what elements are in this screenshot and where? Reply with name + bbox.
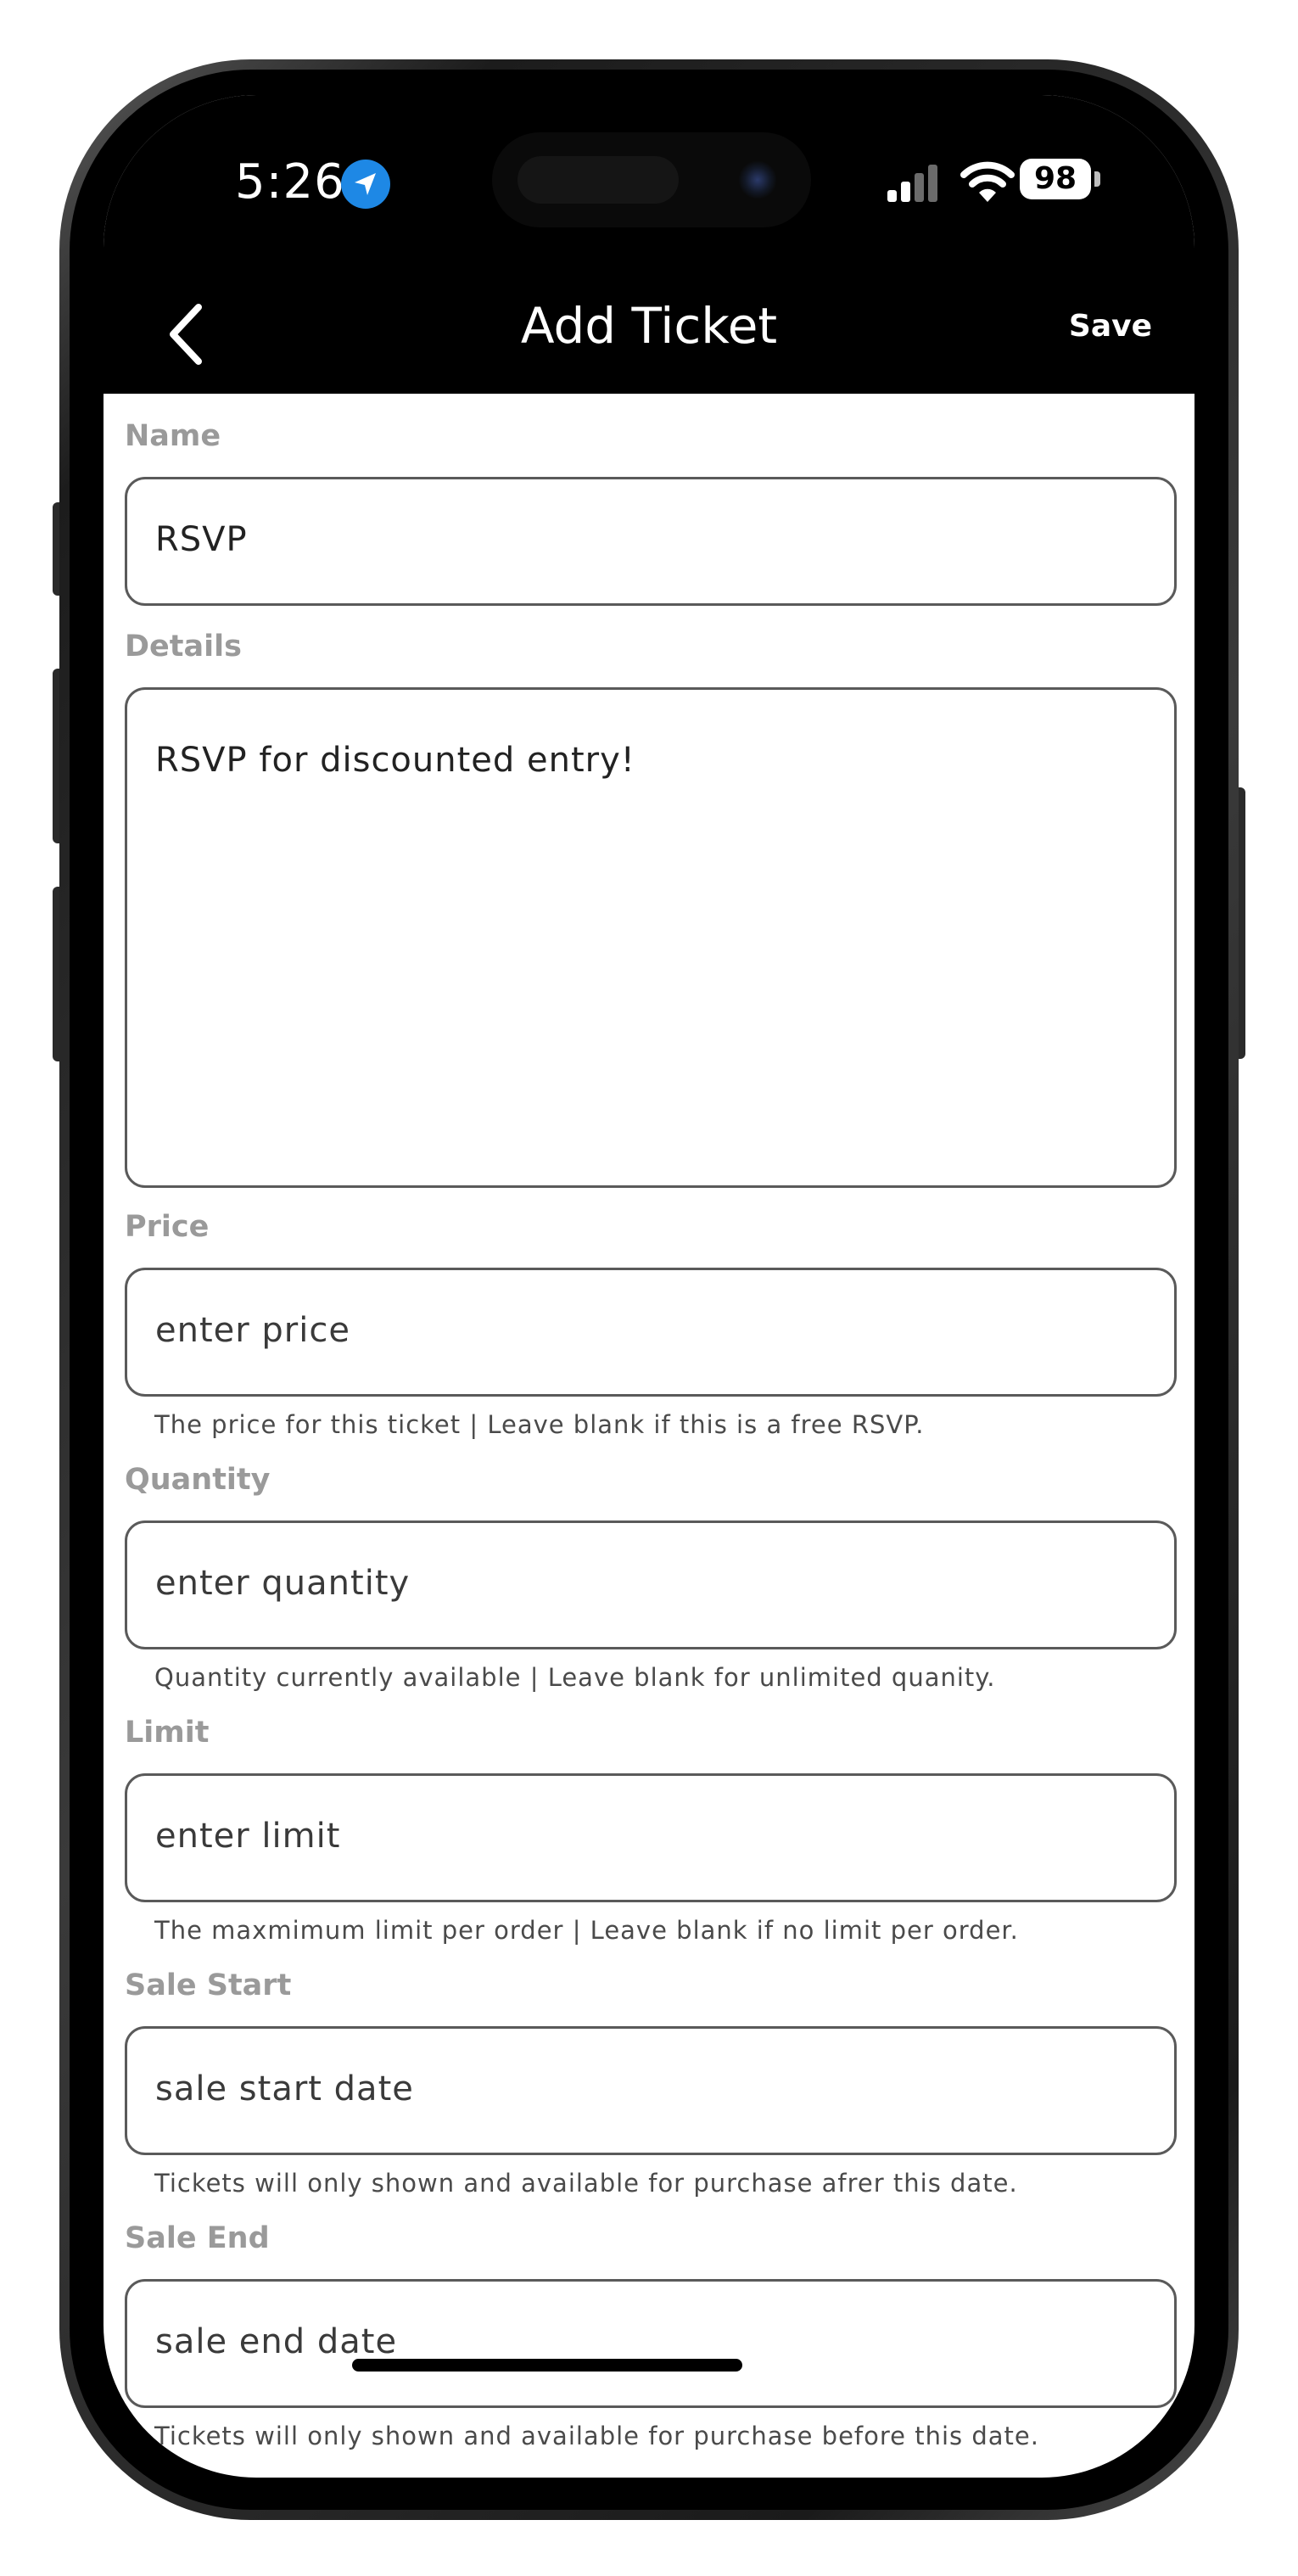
price-label: Price — [125, 1210, 210, 1244]
limit-placeholder: enter limit — [155, 1817, 341, 1856]
price-placeholder: enter price — [155, 1311, 350, 1350]
front-camera — [738, 160, 777, 199]
details-label: Details — [125, 630, 242, 664]
location-arrow-icon — [341, 160, 390, 209]
limit-input[interactable]: enter limit — [125, 1773, 1177, 1902]
sale-start-placeholder: sale start date — [155, 2069, 414, 2108]
dynamic-island — [492, 132, 811, 227]
save-button[interactable]: Save — [1069, 309, 1152, 344]
wifi-icon — [960, 161, 1015, 202]
limit-label: Limit — [125, 1716, 210, 1750]
sale-end-input[interactable]: sale end date — [125, 2279, 1177, 2408]
sale-start-input[interactable]: sale start date — [125, 2026, 1177, 2155]
sale-start-label: Sale Start — [125, 1968, 292, 2002]
sale-end-label: Sale End — [125, 2221, 270, 2255]
battery-level: 98 — [1020, 159, 1091, 199]
status-time: 5:26 — [235, 154, 345, 210]
sale-start-helper-text: Tickets will only shown and available fo… — [154, 2169, 1018, 2198]
quantity-input[interactable]: enter quantity — [125, 1520, 1177, 1649]
dynamic-island-sensor — [518, 156, 679, 204]
price-helper-text: The price for this ticket | Leave blank … — [154, 1410, 925, 1439]
details-textarea[interactable]: RSVP for discounted entry! — [125, 687, 1177, 1188]
details-value: RSVP for discounted entry! — [155, 741, 635, 780]
limit-helper-text: The maxmimum limit per order | Leave bla… — [154, 1916, 1019, 1945]
price-input[interactable]: enter price — [125, 1268, 1177, 1397]
name-field[interactable]: RSVP — [125, 477, 1177, 606]
name-value: RSVP — [155, 520, 248, 559]
home-indicator[interactable] — [352, 2359, 742, 2372]
quantity-placeholder: enter quantity — [155, 1564, 411, 1603]
battery-cap — [1094, 171, 1100, 187]
cellular-signal-icon — [887, 165, 937, 202]
quantity-label: Quantity — [125, 1463, 271, 1497]
quantity-helper-text: Quantity currently available | Leave bla… — [154, 1663, 996, 1692]
battery-icon: 98 — [1020, 159, 1105, 201]
page-title: Add Ticket — [520, 297, 778, 355]
device-mockup: 5:26 98 Add Ticket Save Name RSVP Detail… — [0, 0, 1298, 2576]
phone-screen: 5:26 98 Add Ticket Save Name RSVP Detail… — [104, 95, 1194, 2478]
sale-end-helper-text: Tickets will only shown and available fo… — [154, 2422, 1039, 2450]
name-label: Name — [125, 419, 221, 453]
sale-end-placeholder: sale end date — [155, 2322, 398, 2361]
